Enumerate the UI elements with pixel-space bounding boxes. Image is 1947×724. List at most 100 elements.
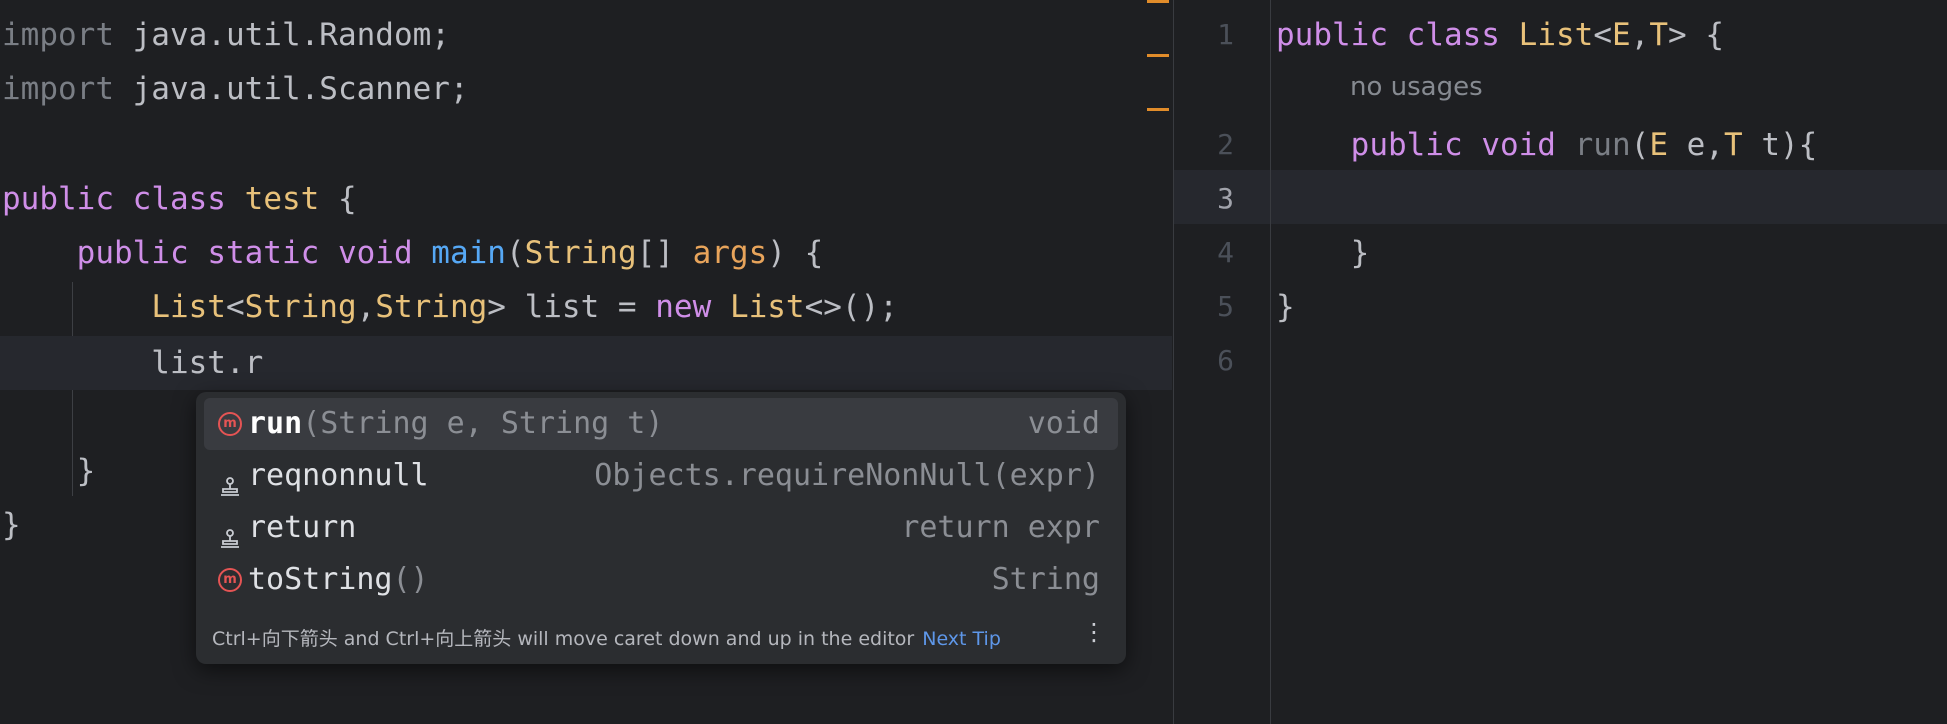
- code-line[interactable]: import java.util.Scanner;: [2, 62, 469, 116]
- code-token: new: [655, 289, 712, 325]
- code-token: class: [132, 181, 226, 217]
- completion-type: void: [1027, 406, 1100, 441]
- completion-item-return[interactable]: return return expr: [204, 502, 1118, 554]
- method-icon: m: [218, 412, 242, 436]
- code-token: ) {: [767, 235, 824, 271]
- line-number[interactable]: 1: [1174, 8, 1234, 62]
- next-tip-link[interactable]: Next Tip: [922, 628, 1001, 650]
- completion-label: return: [248, 502, 356, 554]
- code-token: (: [1630, 127, 1650, 163]
- line-number[interactable]: 4: [1174, 226, 1234, 280]
- code-line[interactable]: import java.util.Random;: [2, 8, 450, 62]
- code-token: String: [524, 235, 637, 271]
- code-token: }: [2, 507, 21, 543]
- completion-popup[interactable]: m run(String e, String t) void reqnonnull Ob…: [196, 392, 1126, 664]
- code-token: import: [2, 17, 114, 53]
- completion-item-tostring[interactable]: m toString() String: [204, 554, 1118, 606]
- completion-hint: Ctrl+向下箭头 and Ctrl+向上箭头 will move caret …: [212, 624, 1001, 651]
- code-line[interactable]: }: [2, 498, 21, 552]
- change-marker[interactable]: [1147, 0, 1169, 3]
- line-number[interactable]: 2: [1174, 118, 1234, 172]
- right-editor[interactable]: 1 23456 no usages public class List<E,T> …: [1173, 0, 1947, 724]
- code-line[interactable]: }: [2, 444, 96, 498]
- completion-type: String: [991, 562, 1100, 597]
- code-token: list.r: [2, 345, 264, 381]
- code-line[interactable]: List<String,String> list = new List<>();: [2, 280, 898, 334]
- code-token: <>();: [804, 289, 898, 325]
- line-number[interactable]: 5: [1174, 280, 1234, 334]
- code-token: <: [225, 289, 245, 325]
- code-token: test: [244, 181, 320, 217]
- change-marker[interactable]: [1147, 54, 1169, 57]
- completion-name: run: [248, 406, 303, 441]
- code-token: run: [1574, 127, 1631, 163]
- code-line[interactable]: public class test {: [2, 172, 357, 226]
- code-token: import: [2, 71, 114, 107]
- live-template-icon: [218, 464, 242, 496]
- completion-label: run(String e, String t): [248, 398, 663, 450]
- completion-type: Objects.requireNonNull(expr): [594, 458, 1100, 493]
- code-token: (: [505, 235, 525, 271]
- code-token: T: [1649, 17, 1668, 53]
- code-line[interactable]: }: [1276, 226, 1370, 280]
- code-token: String: [375, 289, 488, 325]
- code-token: t){: [1742, 127, 1818, 163]
- code-token: java.util.Random;: [113, 17, 450, 53]
- code-token: > {: [1668, 17, 1724, 53]
- line-number-gutter[interactable]: 1 23456: [1174, 0, 1271, 724]
- code-token: public: [76, 235, 189, 271]
- code-token: }: [1276, 235, 1370, 271]
- code-token: }: [1276, 289, 1295, 325]
- code-token: E: [1611, 17, 1631, 53]
- code-token: void: [337, 235, 413, 271]
- completion-name: reqnonnull: [248, 458, 429, 493]
- code-token: args: [692, 235, 768, 271]
- line-number[interactable]: 3: [1174, 172, 1234, 226]
- code-token: List: [1518, 17, 1594, 53]
- code-token: ,: [1630, 17, 1650, 53]
- method-icon: m: [218, 568, 242, 592]
- live-template-icon: [218, 516, 242, 548]
- completion-label: toString(): [248, 554, 429, 606]
- code-token: public: [2, 181, 114, 217]
- code-line[interactable]: public void run(E e,T t){: [1276, 118, 1818, 172]
- code-line[interactable]: }: [1276, 280, 1295, 334]
- change-marker[interactable]: [1147, 108, 1169, 111]
- code-token: > list =: [487, 289, 656, 325]
- code-line[interactable]: public static void main(String[] args) {: [2, 226, 824, 280]
- code-token: }: [2, 453, 96, 489]
- completion-item-reqnonnull[interactable]: reqnonnull Objects.requireNonNull(expr): [204, 450, 1118, 502]
- code-token: main: [431, 235, 506, 271]
- completion-type: return expr: [901, 510, 1100, 545]
- line-number[interactable]: 6: [1174, 334, 1234, 388]
- current-line-highlight: [1174, 170, 1947, 224]
- code-token: public: [1276, 17, 1388, 53]
- inlay-hint-usages[interactable]: no usages: [1350, 72, 1483, 102]
- completion-name: toString: [248, 562, 393, 597]
- completion-name: return: [248, 510, 357, 545]
- code-line[interactable]: public class List<E,T> {: [1276, 8, 1724, 62]
- code-token: T: [1723, 127, 1743, 163]
- left-editor[interactable]: import java.util.Random; import java.util…: [0, 0, 1172, 724]
- more-options-icon[interactable]: ⋮: [1082, 618, 1106, 646]
- code-line-current[interactable]: list.r: [0, 336, 1172, 390]
- completion-params: (String e, String t): [302, 406, 664, 441]
- code-token: []: [636, 235, 693, 271]
- completion-params: (): [392, 562, 429, 597]
- code-token: {: [319, 181, 357, 217]
- code-token: class: [1406, 17, 1500, 53]
- code-token: static: [207, 235, 320, 271]
- code-token: List: [151, 289, 226, 325]
- code-token: public: [1350, 127, 1463, 163]
- code-token: java.util.Scanner;: [113, 71, 469, 107]
- completion-item-run[interactable]: m run(String e, String t) void: [204, 398, 1118, 450]
